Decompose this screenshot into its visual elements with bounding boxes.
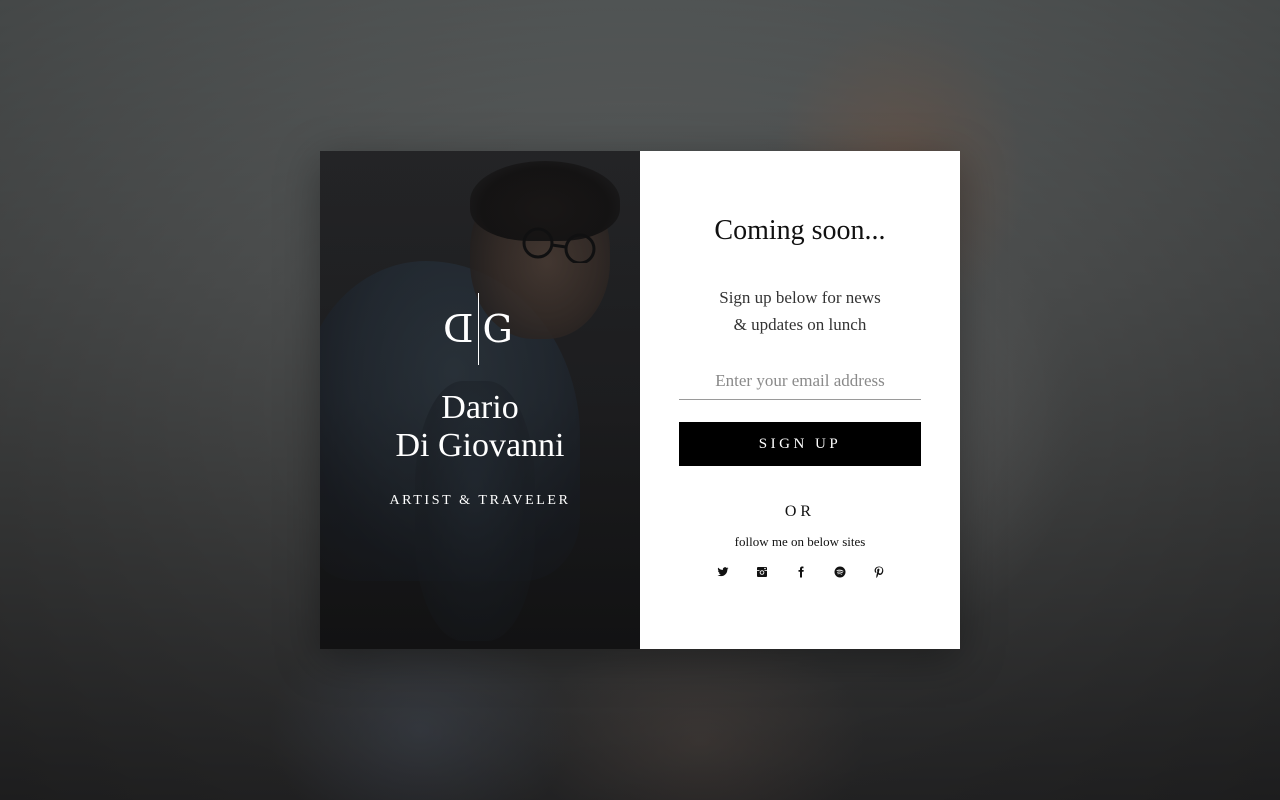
profile-tagline: ARTIST & TRAVELER xyxy=(389,493,571,508)
monogram-letter-right: G xyxy=(482,307,513,351)
pinterest-icon[interactable] xyxy=(868,561,890,583)
monogram-divider xyxy=(477,293,479,365)
sign-up-button[interactable]: SIGN UP xyxy=(679,422,921,466)
twitter-icon[interactable] xyxy=(712,561,734,583)
spotify-icon[interactable] xyxy=(829,561,851,583)
profile-panel: D G Dario Di Giovanni ARTIST & TRAVELER xyxy=(320,151,640,649)
facebook-icon[interactable] xyxy=(790,561,812,583)
or-divider: OR xyxy=(784,503,816,520)
signup-description-line1: Sign up below for news xyxy=(719,288,881,307)
profile-name: Dario Di Giovanni xyxy=(320,389,640,465)
follow-text: follow me on below sites xyxy=(734,534,866,549)
dg-monogram-logo: D G xyxy=(440,291,516,367)
signup-description: Sign up below for news & updates on lunc… xyxy=(680,284,920,338)
profile-first-name: Dario xyxy=(441,389,519,426)
instagram-icon[interactable] xyxy=(751,561,773,583)
monogram-letter-left: D xyxy=(443,307,474,351)
social-links xyxy=(640,561,960,583)
signup-panel: Coming soon... Sign up below for news & … xyxy=(640,151,960,649)
coming-soon-card: D G Dario Di Giovanni ARTIST & TRAVELER … xyxy=(320,151,960,649)
profile-last-name: Di Giovanni xyxy=(395,427,565,464)
signup-description-line2: & updates on lunch xyxy=(733,315,867,334)
page-title: Coming soon... xyxy=(714,215,886,246)
email-input[interactable] xyxy=(679,363,921,400)
